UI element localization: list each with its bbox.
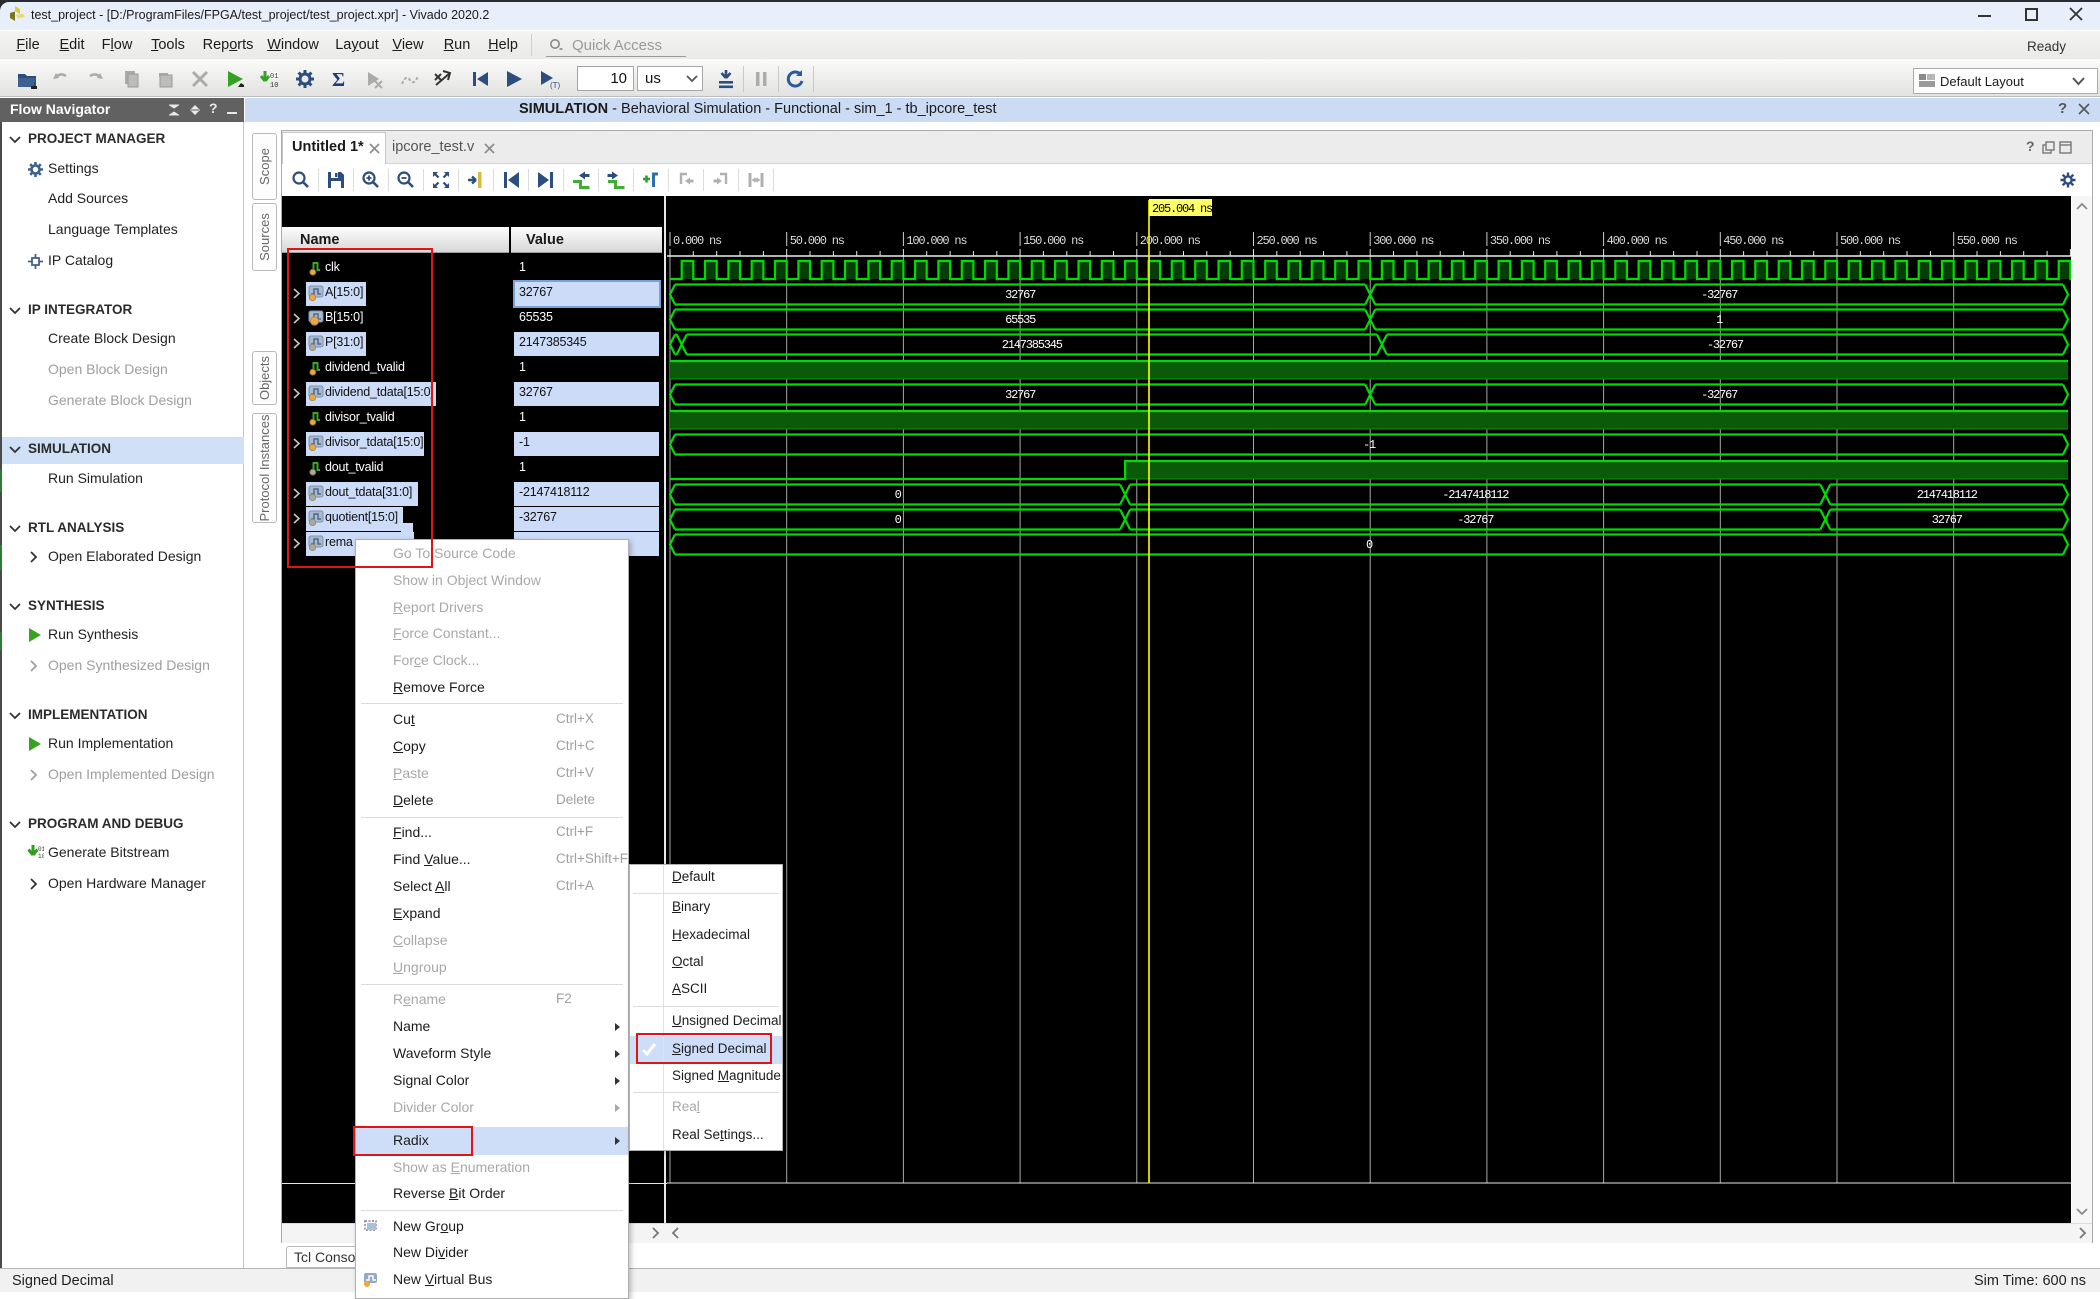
- svg-text:32767: 32767: [1005, 288, 1036, 302]
- svg-text:-32767: -32767: [1457, 513, 1494, 527]
- svg-text:-32767: -32767: [1701, 288, 1738, 302]
- svg-text:0.000 ns: 0.000 ns: [673, 234, 722, 248]
- svg-text:-32767: -32767: [1701, 388, 1738, 402]
- svg-text:65535: 65535: [1005, 313, 1036, 327]
- svg-text:300.000 ns: 300.000 ns: [1373, 234, 1434, 248]
- svg-text:01: 01: [38, 846, 44, 853]
- svg-text:10: 10: [270, 82, 278, 90]
- svg-text:205.004 ns: 205.004 ns: [1152, 202, 1213, 216]
- svg-text:0: 0: [895, 488, 902, 502]
- svg-text:32767: 32767: [1932, 513, 1963, 527]
- svg-text:1: 1: [1716, 313, 1723, 327]
- svg-text:550.000 ns: 550.000 ns: [1957, 234, 2018, 248]
- svg-text:-2147418112: -2147418112: [1442, 488, 1509, 502]
- svg-text:01: 01: [270, 73, 278, 81]
- svg-text:50.000 ns: 50.000 ns: [790, 234, 845, 248]
- svg-text:0: 0: [1366, 538, 1373, 552]
- svg-text:2147385345: 2147385345: [1002, 338, 1063, 352]
- svg-text:150.000 ns: 150.000 ns: [1023, 234, 1084, 248]
- svg-text:500.000 ns: 500.000 ns: [1840, 234, 1901, 248]
- svg-text:Σ: Σ: [332, 69, 345, 90]
- svg-text:450.000 ns: 450.000 ns: [1723, 234, 1784, 248]
- svg-text:0: 0: [895, 513, 902, 527]
- svg-text:250.000 ns: 250.000 ns: [1257, 234, 1318, 248]
- svg-text:350.000 ns: 350.000 ns: [1490, 234, 1551, 248]
- svg-text:100.000 ns: 100.000 ns: [906, 234, 967, 248]
- svg-text:-32767: -32767: [1707, 338, 1744, 352]
- svg-text:10: 10: [38, 853, 44, 860]
- svg-text:2147418112: 2147418112: [1917, 488, 1978, 502]
- svg-text:400.000 ns: 400.000 ns: [1607, 234, 1668, 248]
- svg-text:-1: -1: [1363, 438, 1376, 452]
- svg-text:32767: 32767: [1005, 388, 1036, 402]
- svg-text:(T): (T): [550, 81, 560, 90]
